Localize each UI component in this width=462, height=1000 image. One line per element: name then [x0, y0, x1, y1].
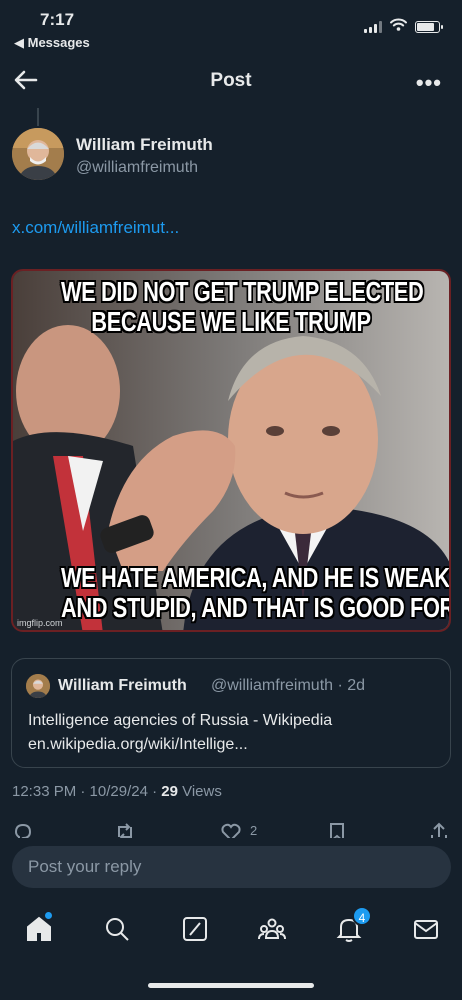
post-image[interactable]: WE DID NOT GET TRUMP ELECTED BECAUSE WE … [11, 269, 451, 632]
views-count: 29 [161, 783, 178, 800]
home-icon[interactable] [24, 912, 54, 944]
wifi-icon [390, 18, 407, 36]
post-timestamp: 12:33 PM · 10/29/24 · [12, 783, 162, 800]
quoted-text-line-1: Intelligence agencies of Russia - Wikipe… [28, 712, 333, 729]
status-icons [364, 18, 443, 36]
battery-icon [415, 21, 443, 33]
author-avatar[interactable] [12, 128, 64, 180]
quoted-post-text: Intelligence agencies of Russia - Wikipe… [28, 709, 332, 757]
author-name[interactable]: William Freimuth [76, 135, 213, 155]
author-handle[interactable]: @williamfreimuth [76, 159, 198, 177]
reply-placeholder: Post your reply [28, 857, 142, 876]
quoted-author-avatar [26, 674, 50, 698]
top-nav-bar: Post ••• [0, 62, 462, 102]
post-meta: 12:33 PM · 10/29/24 · 29 Views [12, 783, 222, 800]
notifications-icon[interactable]: 4 [334, 906, 372, 944]
reply-icon[interactable] [12, 821, 34, 838]
meme-top-line-1: WE DID NOT GET TRUMP ELECTED [60, 276, 424, 307]
share-icon[interactable] [428, 821, 450, 838]
meme-top-text: WE DID NOT GET TRUMP ELECTED BECAUSE WE … [60, 276, 424, 337]
grok-icon[interactable] [180, 914, 210, 944]
meme-bottom-line-2: AND STUPID, AND THAT IS GOOD FOR US [60, 592, 451, 623]
quoted-post[interactable]: William Freimuth @williamfreimuth · 2d I… [11, 658, 451, 768]
more-options-button[interactable]: ••• [416, 70, 442, 96]
repost-icon[interactable] [114, 821, 136, 838]
meme-bottom-text: WE HATE AMERICA, AND HE IS WEAK AND STUP… [60, 562, 451, 623]
status-time: 7:17 [40, 10, 75, 29]
thread-connector [37, 108, 39, 126]
messages-icon[interactable] [411, 914, 441, 944]
like-icon[interactable] [220, 821, 242, 838]
quoted-author-handle: @williamfreimuth · 2d [211, 677, 366, 694]
communities-icon[interactable] [257, 914, 287, 944]
signal-icon [364, 21, 382, 33]
back-to-messages-link[interactable]: ◀ Messages [14, 35, 90, 51]
post-actions: 2 [0, 818, 462, 838]
meme-top-line-2: BECAUSE WE LIKE TRUMP [91, 306, 371, 337]
notifications-badge: 4 [352, 906, 372, 926]
home-indicator[interactable] [148, 983, 314, 988]
like-count: 2 [250, 823, 258, 838]
post-link[interactable]: x.com/williamfreimut... [12, 218, 179, 238]
image-watermark: imgflip.com [17, 618, 63, 628]
status-bar: 7:17 ◀ Messages [0, 0, 462, 58]
bookmark-icon[interactable] [326, 821, 348, 838]
page-title: Post [210, 70, 252, 91]
reply-input[interactable]: Post your reply [12, 846, 451, 888]
quoted-text-line-2: en.wikipedia.org/wiki/Intellige... [28, 736, 248, 753]
meme-bottom-line-1: WE HATE AMERICA, AND HE IS WEAK [60, 562, 450, 593]
home-unread-dot [45, 912, 52, 919]
search-icon[interactable] [102, 914, 132, 944]
quoted-author-name: William Freimuth [58, 677, 187, 694]
views-label[interactable]: Views [178, 783, 222, 800]
